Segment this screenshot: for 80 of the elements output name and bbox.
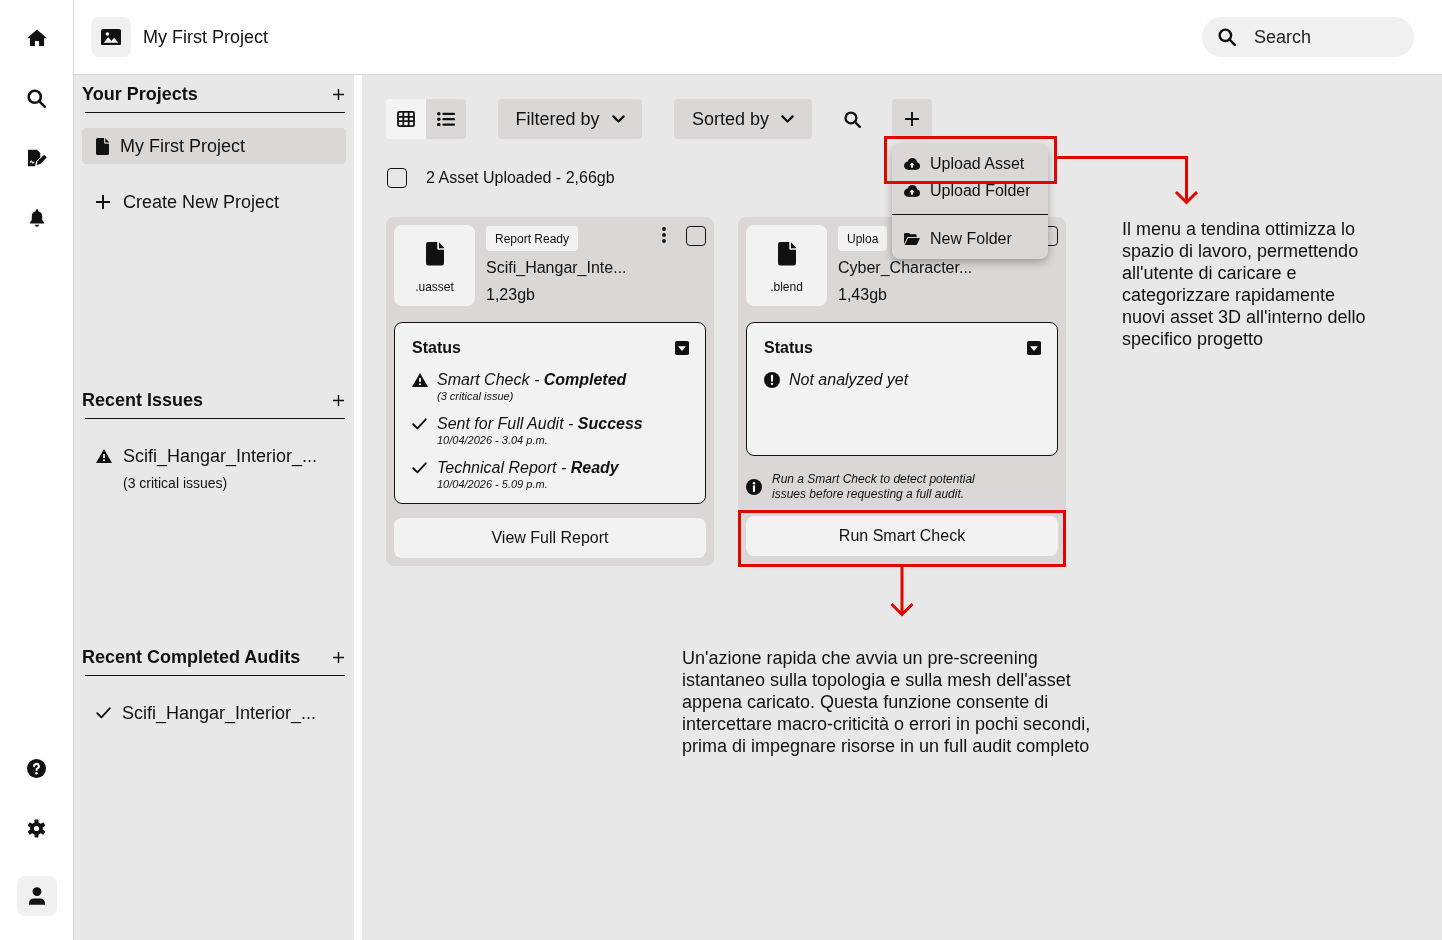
hint-text: Run a Smart Check to detect potential issues before requesting a full audit. (772, 472, 976, 502)
asset-size: 1,23gb (486, 285, 535, 305)
status-text: Smart Check - Completed (437, 370, 627, 390)
file-icon (425, 242, 444, 266)
search-icon[interactable] (27, 88, 46, 108)
asset-name: Cyber_Character... (838, 258, 973, 278)
section-title: Recent Issues (82, 389, 204, 411)
exclamation-icon (764, 372, 780, 388)
bell-icon[interactable] (28, 209, 45, 227)
chevron-down-icon (781, 114, 794, 124)
project-item[interactable]: My First Project (82, 128, 346, 164)
folder-icon (904, 233, 920, 245)
asset-name: Scifi_Hangar_Inte... (486, 258, 627, 278)
search-icon[interactable] (843, 110, 861, 128)
menu-item[interactable]: New Folder (892, 231, 1048, 247)
plus-icon[interactable] (333, 651, 344, 663)
annotation-text: Un'azione rapida che avvia un pre-screening istantaneo sulla topologia e sulla mesh dell'asset appena caricato. Questa funzione consente di intercettare macro-criticità o errori in pochi secondi, prima di impegnare risorse in un full audit completo (682, 647, 1092, 757)
add-button[interactable] (892, 99, 932, 139)
status-detail: (3 critical issue) (437, 390, 514, 403)
filter-dropdown[interactable]: Filtered by (498, 99, 642, 139)
help-icon[interactable] (27, 758, 46, 778)
chevron-down-icon (611, 114, 625, 124)
file-icon (777, 242, 796, 266)
upload-summary: 2 Asset Uploaded - 2,66gb (426, 169, 615, 187)
profile-button[interactable] (16, 876, 57, 916)
section-title: Your Projects (82, 83, 198, 105)
list-view-button[interactable] (426, 99, 466, 139)
status-tag: Uploa (838, 226, 888, 251)
checkbox[interactable] (686, 226, 706, 246)
list-icon (437, 111, 455, 127)
user-icon (28, 887, 45, 905)
checkbox[interactable] (387, 168, 407, 188)
image-icon (91, 17, 131, 57)
action-button[interactable]: View Full Report (394, 518, 706, 558)
status-tag: Report Ready (486, 226, 579, 251)
check-icon (96, 707, 111, 719)
warning-icon (412, 373, 428, 387)
sort-dropdown[interactable]: Sorted by (674, 99, 812, 139)
search-icon (1218, 28, 1236, 46)
status-title: Status (764, 339, 813, 357)
caret-down-icon[interactable] (675, 341, 689, 355)
search-field[interactable]: Search (1202, 17, 1414, 57)
project-title: My First Project (143, 26, 268, 48)
status-title: Status (412, 339, 461, 357)
more-options-icon[interactable] (662, 227, 666, 243)
issue-count: (3 critical issues) (123, 474, 228, 492)
asset-size: 1,43gb (838, 285, 887, 305)
annotation-text: Il menu a tendina ottimizza lo spazio di lavoro, permettendo all'utente di caricare e categorizzare rapidamente nuovi asset 3D all'interno dello specifico progetto (1122, 218, 1367, 350)
document-pen-icon[interactable] (26, 149, 47, 167)
file-icon (96, 137, 109, 155)
issue-link[interactable]: Scifi_Hangar_Interior_... (123, 445, 318, 467)
plus-icon[interactable] (333, 88, 344, 100)
check-icon (412, 462, 427, 474)
cloud-upload-icon (904, 185, 920, 197)
warning-icon (96, 449, 112, 463)
status-detail: 10/04/2026 - 3.04 p.m. (437, 434, 548, 447)
status-text: Technical Report - Ready (437, 458, 619, 478)
status-text: Not analyzed yet (789, 370, 909, 390)
audit-link[interactable]: Scifi_Hangar_Interior_... (122, 702, 317, 724)
status-text: Sent for Full Audit - Success (437, 414, 643, 434)
settings-icon[interactable] (27, 818, 46, 838)
plus-icon (905, 112, 919, 126)
menu-item[interactable]: Upload Folder (892, 183, 1048, 199)
caret-down-icon[interactable] (1027, 341, 1041, 355)
grid-view-button[interactable] (386, 99, 426, 139)
info-icon (746, 479, 762, 495)
annotation-arrow (890, 567, 914, 617)
file-extension: .blend (770, 279, 803, 295)
grid-icon (397, 111, 415, 127)
status-detail: 10/04/2026 - 5.09 p.m. (437, 478, 548, 491)
plus-icon (96, 195, 110, 209)
section-title: Recent Completed Audits (82, 646, 301, 668)
plus-icon[interactable] (333, 394, 344, 406)
create-project-button[interactable]: Create New Project (82, 184, 284, 220)
check-icon (412, 418, 427, 430)
action-button[interactable]: Run Smart Check (746, 516, 1058, 556)
file-extension: .uasset (415, 279, 454, 295)
cloud-upload-icon (904, 158, 920, 170)
menu-item[interactable]: Upload Asset (892, 156, 1048, 172)
home-icon[interactable] (26, 29, 47, 47)
